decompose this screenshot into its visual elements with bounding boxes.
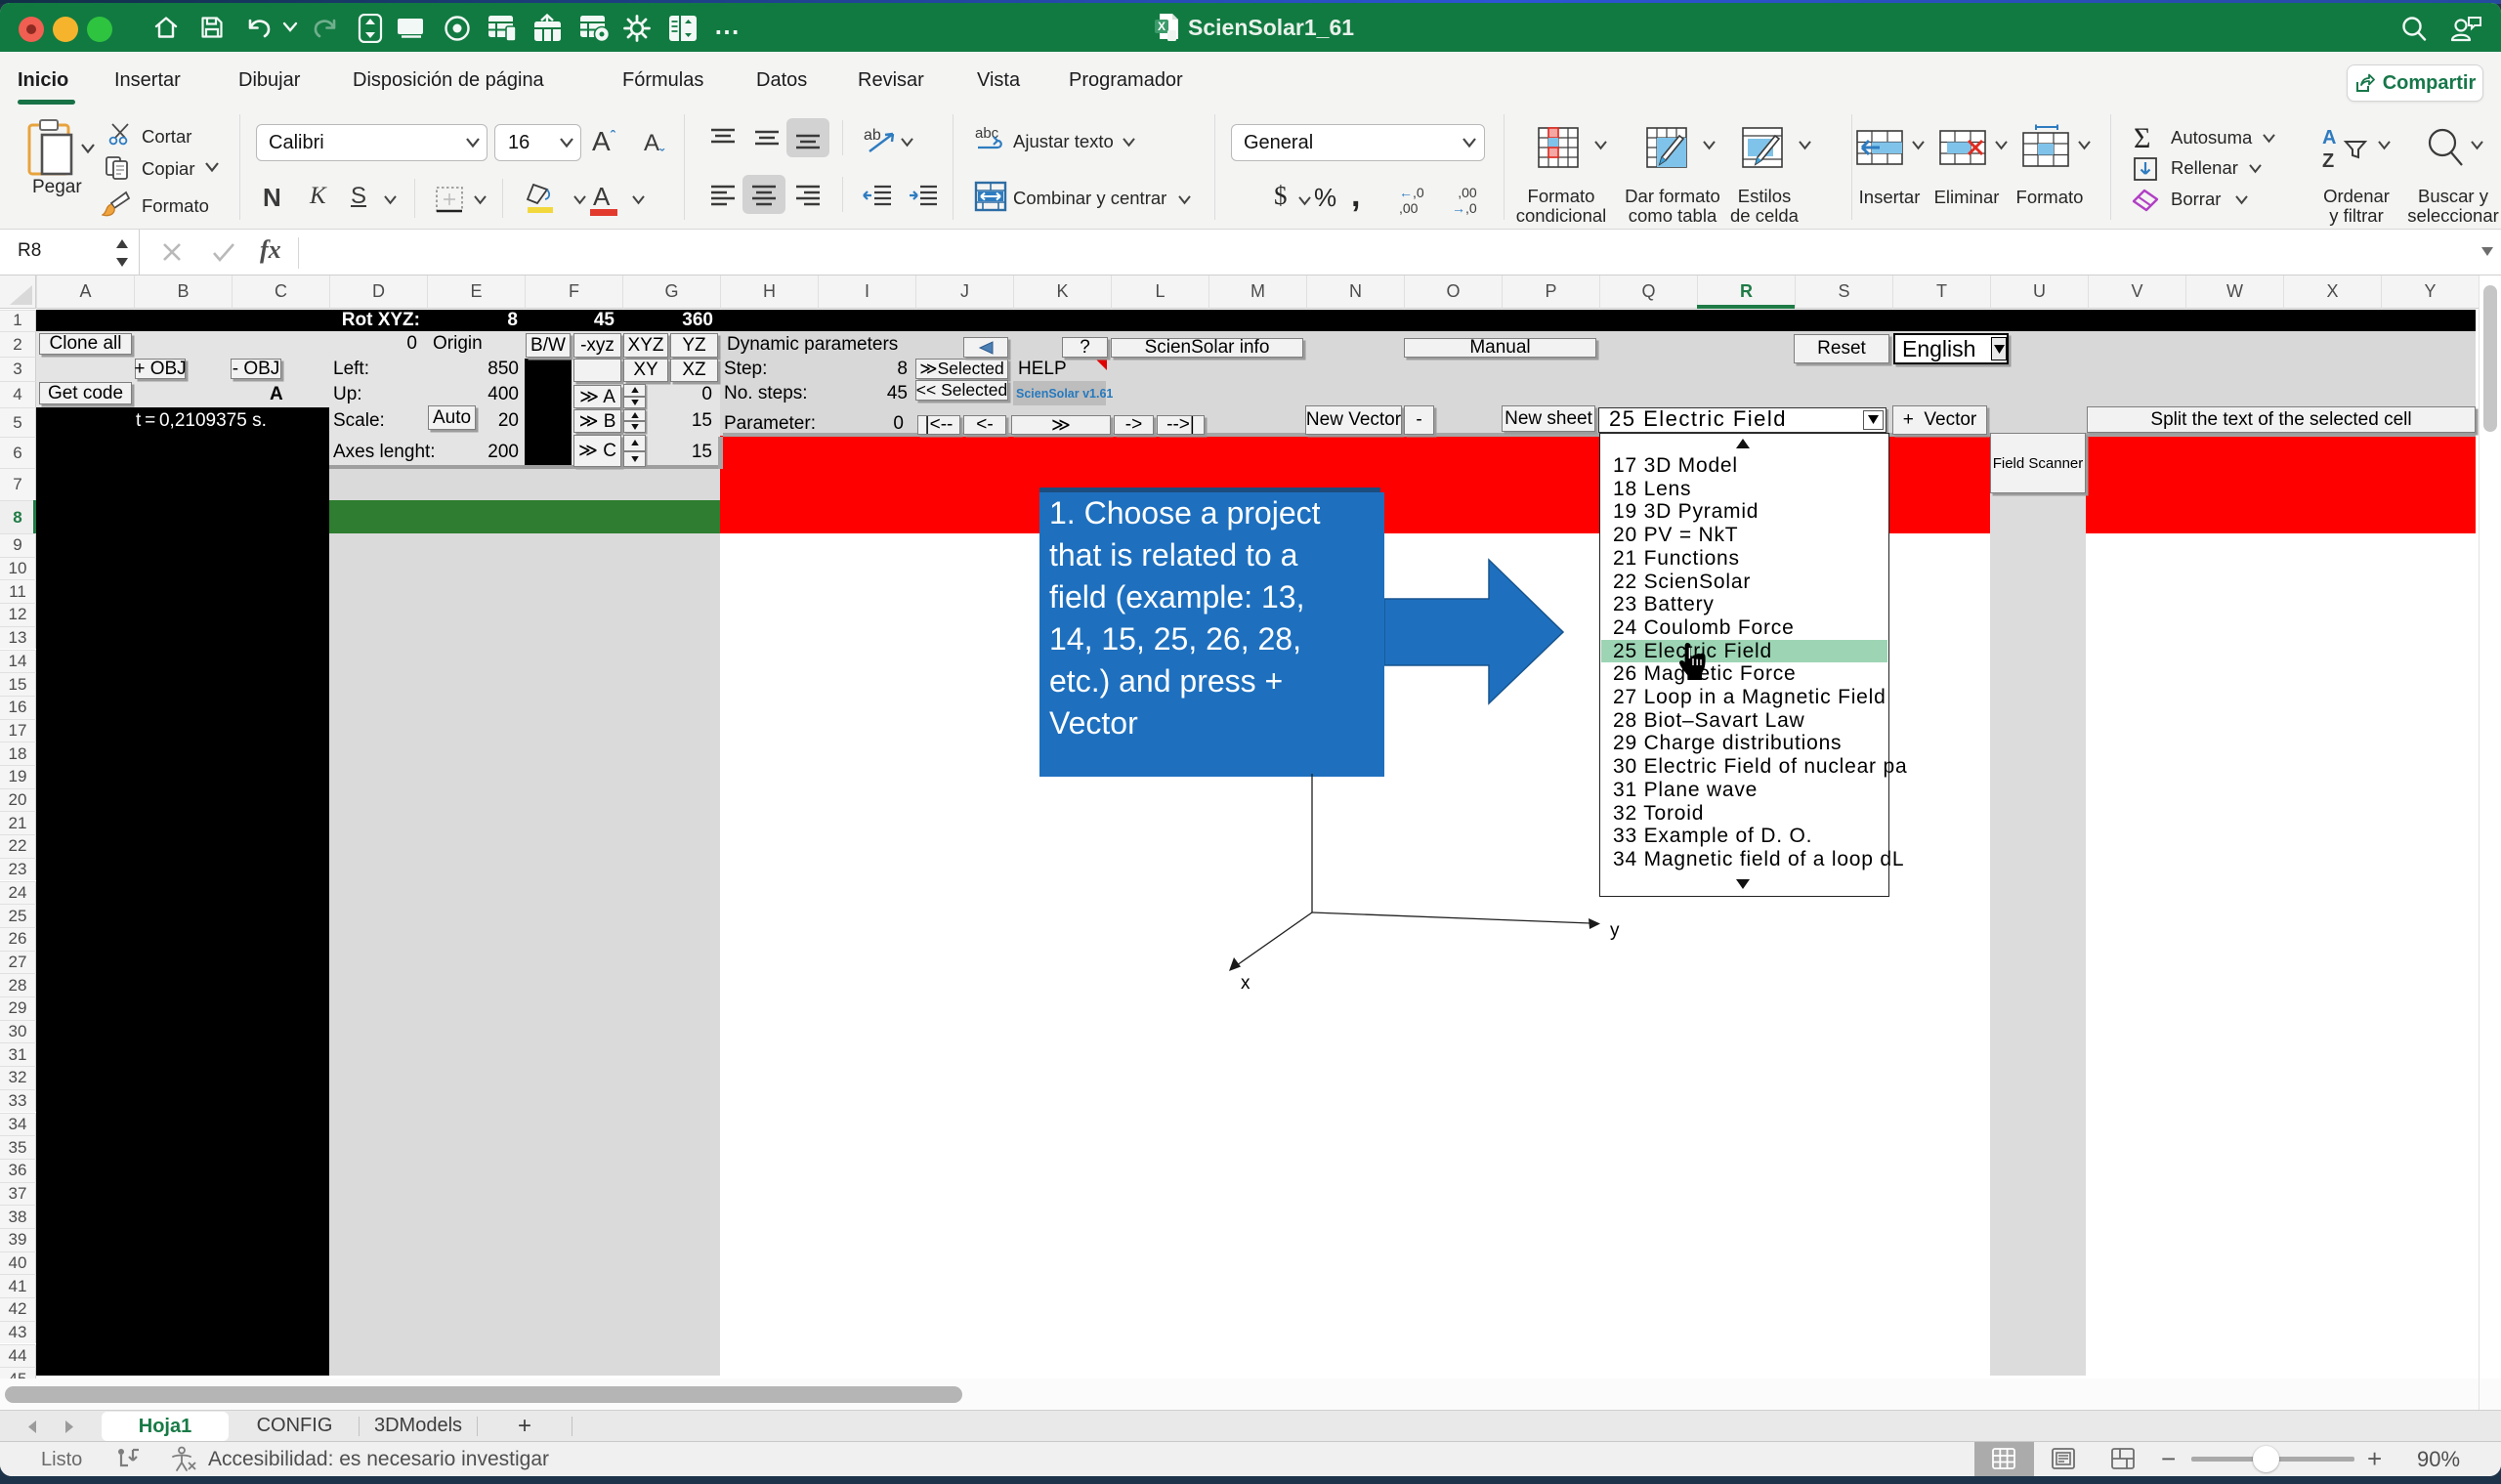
svg-text:Z: Z [2322,150,2334,172]
svg-text:X: X [1158,20,1166,33]
svg-text:ab: ab [864,127,881,144]
svg-text:x: x [1241,973,1250,994]
svg-text:y: y [1610,920,1620,941]
svg-text:A: A [2322,127,2336,148]
